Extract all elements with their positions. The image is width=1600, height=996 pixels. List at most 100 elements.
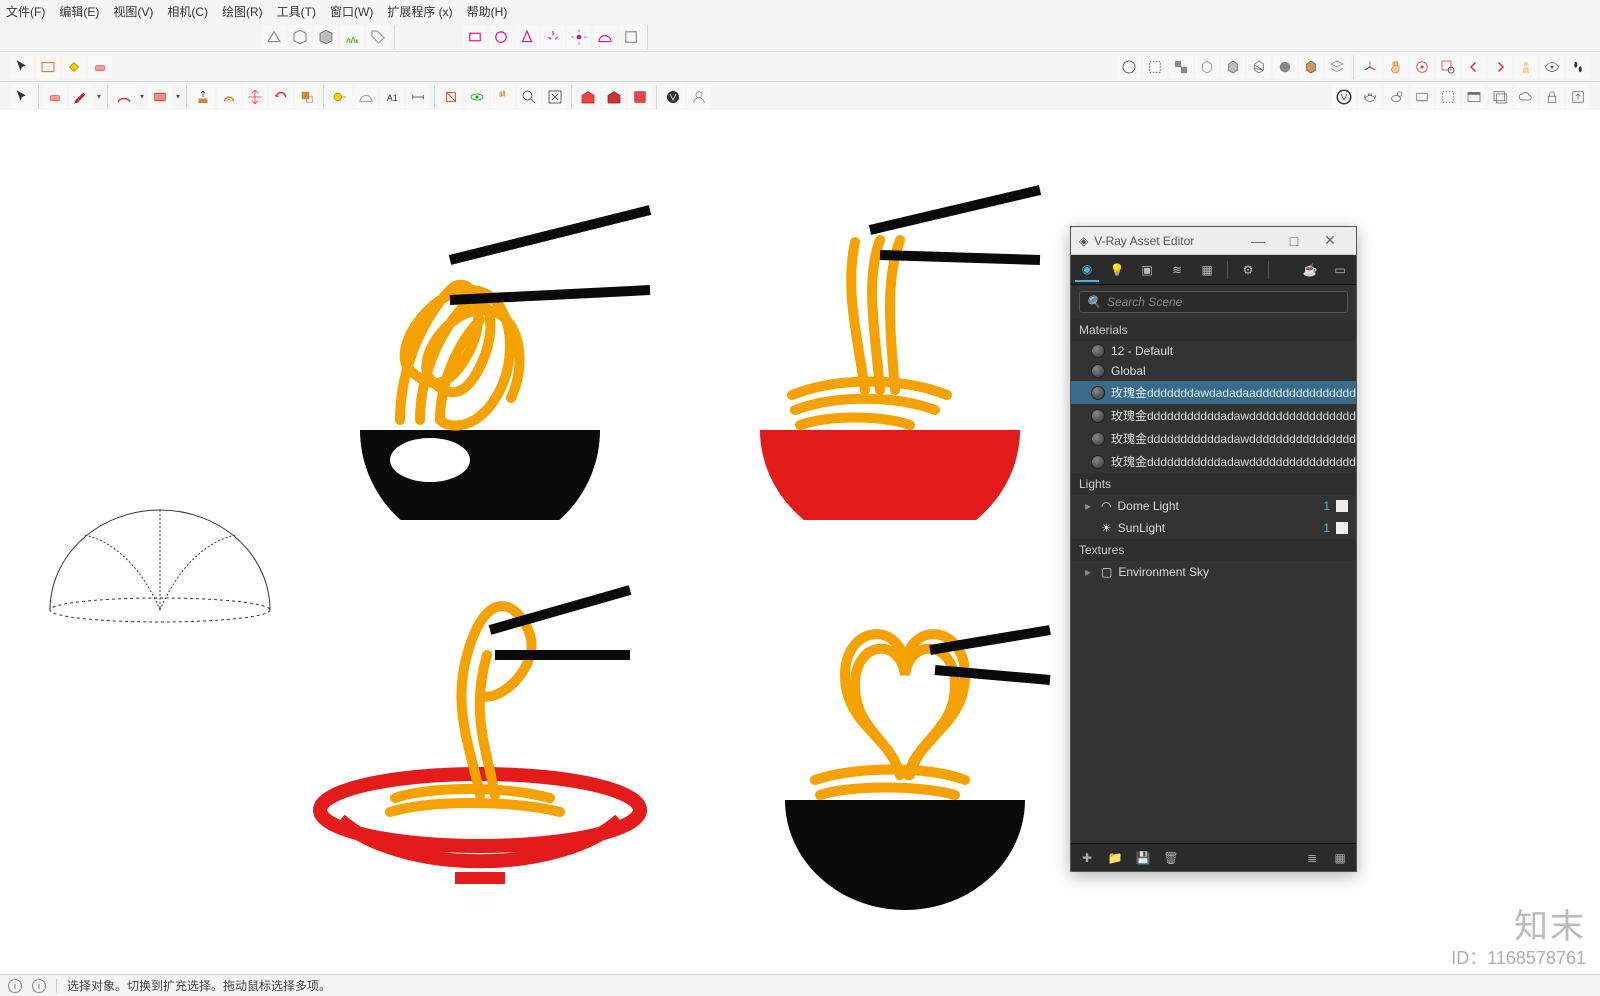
maximize-button[interactable]: □ [1276,233,1312,249]
zoom-extents-icon[interactable] [543,85,567,109]
footsteps-icon[interactable] [1566,55,1590,79]
rect-icon[interactable] [148,85,172,109]
vray-folder-icon[interactable]: 📁 [1105,848,1125,868]
ext-warehouse-icon[interactable] [602,85,626,109]
batch-render-icon[interactable] [1488,85,1512,109]
light-sphere-icon[interactable] [489,25,513,49]
export-icon[interactable] [1566,85,1590,109]
menu-window[interactable]: 窗口(W) [330,3,373,20]
menu-tools[interactable]: 工具(T) [277,3,316,20]
wire-cube-icon[interactable] [1195,55,1219,79]
menu-file[interactable]: 文件(F) [6,3,45,20]
menu-view[interactable]: 视图(V) [113,3,153,20]
material-item-0[interactable]: 12 - Default [1071,341,1356,361]
vray-titlebar[interactable]: ◈ V-Ray Asset Editor — □ ✕ [1071,227,1356,255]
shaded-cube-icon[interactable] [1221,55,1245,79]
vray-asset-editor[interactable]: ◈ V-Ray Asset Editor — □ ✕ ◉ 💡 ▣ ≋ ▦ ⚙ ☕… [1070,226,1357,872]
select-box-icon[interactable] [1143,55,1167,79]
material-item-3[interactable]: 玫瑰金dddddddddddadawddddddddddddddddadada.… [1071,404,1356,427]
eraser-icon[interactable] [88,55,112,79]
vray-asset-icon[interactable] [1332,85,1356,109]
vray-settings-icon[interactable]: ⚙ [1236,258,1260,282]
scale-icon[interactable] [295,85,319,109]
light-dome-icon[interactable] [593,25,617,49]
close-button[interactable]: ✕ [1312,232,1348,249]
grass-icon[interactable] [340,25,364,49]
pencil-icon[interactable] [69,85,93,109]
expand-icon[interactable]: ▸ [1085,565,1095,579]
light-enable-checkbox[interactable] [1336,500,1348,512]
hand-icon[interactable] [1384,55,1408,79]
menu-draw[interactable]: 绘图(R) [222,3,263,20]
status-info1-icon[interactable]: i [8,979,22,993]
target-icon[interactable] [1410,55,1434,79]
vray-tab-textures-icon[interactable]: ≋ [1165,258,1189,282]
zoom-region-icon[interactable] [1436,55,1460,79]
light-rect-icon[interactable] [463,25,487,49]
hatch-cube-icon[interactable] [1247,55,1271,79]
light-mesh-icon[interactable] [619,25,643,49]
status-info2-icon[interactable]: i [32,979,46,993]
light-ies-icon[interactable] [541,25,565,49]
vray-tab-render-icon[interactable]: ▦ [1195,258,1219,282]
eye-icon[interactable] [1540,55,1564,79]
paint-bucket-icon[interactable] [62,55,86,79]
textured-cube-icon[interactable] [1299,55,1323,79]
cube-shaded-icon[interactable] [314,25,338,49]
vray-framebuffer-icon[interactable]: ▭ [1328,258,1352,282]
texture-item-envsky[interactable]: ▸ ▢ Environment Sky [1071,561,1356,583]
vray-search-input[interactable]: 🔍 Search Scene [1079,291,1348,313]
menu-edit[interactable]: 编辑(E) [59,3,99,20]
select-icon[interactable] [10,85,34,109]
material-item-1[interactable]: Global [1071,361,1356,381]
vray-delete-icon[interactable]: 🗑 [1161,848,1181,868]
offset-icon[interactable] [217,85,241,109]
pushpull-icon[interactable] [191,85,215,109]
region-render-icon[interactable] [1436,85,1460,109]
iso-icon[interactable] [1117,55,1141,79]
frame-buffer-icon[interactable] [1462,85,1486,109]
sphere-icon[interactable] [1273,55,1297,79]
zoom-icon[interactable] [517,85,541,109]
axes-icon[interactable] [1358,55,1382,79]
tag-icon[interactable] [366,25,390,49]
light-item-dome[interactable]: ▸ ◠ Dome Light 1 [1071,495,1356,517]
text-icon[interactable]: A1 [380,85,404,109]
arc-icon[interactable] [112,85,136,109]
vray-tab-lights-icon[interactable]: 💡 [1105,258,1129,282]
rect-dropdown-icon[interactable]: ▾ [174,92,182,101]
person-icon[interactable] [1514,55,1538,79]
lock-icon[interactable] [1540,85,1564,109]
arc-dropdown-icon[interactable]: ▾ [138,92,146,101]
component-icon[interactable] [36,55,60,79]
cloud-icon[interactable] [1514,85,1538,109]
teapot-render-icon[interactable] [1358,85,1382,109]
pencil-dropdown-icon[interactable]: ▾ [95,92,103,101]
protractor-icon[interactable] [354,85,378,109]
cube-iso-icon[interactable] [288,25,312,49]
layout-icon[interactable] [628,85,652,109]
pan-icon[interactable] [491,85,515,109]
viewport-render-icon[interactable] [1410,85,1434,109]
menu-extensions[interactable]: 扩展程序 (x) [387,3,452,20]
material-item-4[interactable]: 玫瑰金dddddddddddadawdddddddddddddddddddd..… [1071,427,1356,450]
vray-tab-geometry-icon[interactable]: ▣ [1135,258,1159,282]
minimize-button[interactable]: — [1240,233,1276,249]
vray-tab-materials-icon[interactable]: ◉ [1075,258,1099,282]
dims-icon[interactable] [406,85,430,109]
next-view-icon[interactable] [1488,55,1512,79]
rotate-icon[interactable] [269,85,293,109]
light-omni-icon[interactable] [567,25,591,49]
tape-icon[interactable] [328,85,352,109]
material-item-5[interactable]: 玫瑰金dddddddddddadawdddddddddddddddddddd..… [1071,450,1356,473]
menu-help[interactable]: 帮助(H) [467,3,508,20]
warehouse-icon[interactable] [576,85,600,109]
select-arrow-icon[interactable] [10,55,34,79]
vray-list-icon[interactable]: ≣ [1302,848,1322,868]
move-icon[interactable] [243,85,267,109]
vray-add-icon[interactable]: ✚ [1077,848,1097,868]
checker-icon[interactable] [1169,55,1193,79]
vray-teapot-icon[interactable]: ☕ [1298,258,1322,282]
light-enable-checkbox[interactable] [1336,522,1348,534]
viewport[interactable] [0,110,1600,974]
